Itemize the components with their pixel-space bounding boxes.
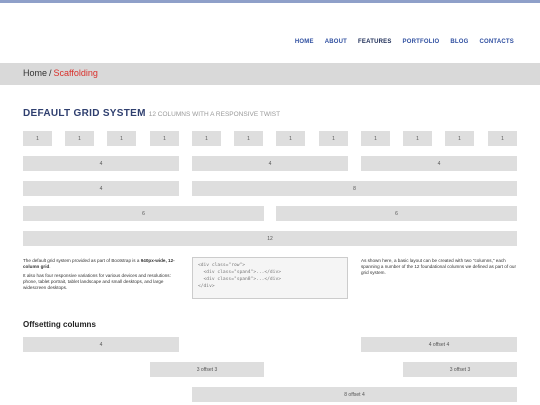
grid-description-left: The default grid system provided as part… — [23, 258, 181, 294]
code-line: </div> — [198, 284, 215, 289]
grid-cell-span1: 1 — [445, 131, 474, 146]
nav-portfolio[interactable]: PORTFOLIO — [403, 39, 440, 45]
breadcrumb-separator: / — [49, 68, 52, 78]
grid-cell-span1: 1 — [234, 131, 263, 146]
nav-blog[interactable]: BLOG — [450, 39, 468, 45]
grid-cell-span1: 1 — [488, 131, 517, 146]
grid-cell-span1: 1 — [150, 131, 179, 146]
grid-cell-span4: 4 — [361, 156, 517, 171]
grid-cell-span12: 12 — [23, 231, 517, 246]
grid-cell-span1: 1 — [107, 131, 136, 146]
grid-cell-span1: 1 — [192, 131, 221, 146]
top-accent-line — [0, 0, 540, 3]
grid-section-subtitle: 12 COLUMNS WITH A RESPONSIVE TWIST — [148, 111, 281, 118]
breadcrumb-current: Scaffolding — [53, 68, 98, 78]
grid-cell-span8: 8 — [192, 181, 517, 196]
nav-features[interactable]: FEATURES — [358, 39, 392, 45]
grid-cell-span1: 1 — [403, 131, 432, 146]
offset-cell-span3-offset3: 3 offset 3 — [403, 362, 517, 377]
breadcrumb-home-link[interactable]: Home — [23, 68, 47, 78]
desc-p1-text: The default grid system provided as part… — [23, 258, 141, 263]
grid-cell-span1: 1 — [23, 131, 52, 146]
offset-cell-span3-offset3: 3 offset 3 — [150, 362, 264, 377]
grid-cell-span1: 1 — [361, 131, 390, 146]
grid-cell-span6: 6 — [276, 206, 517, 221]
desc-p1-end: . — [49, 264, 51, 269]
grid-cell-span1: 1 — [319, 131, 348, 146]
offset-cell-span4-offset4: 4 offset 4 — [361, 337, 517, 352]
grid-description-p1: The default grid system provided as part… — [23, 258, 181, 270]
grid-section-title: DEFAULT GRID SYSTEM — [23, 108, 146, 119]
breadcrumb-bar: Home / Scaffolding — [0, 63, 540, 85]
code-sample: <div class="row"> <div class="span4">...… — [192, 257, 348, 299]
grid-cell-span1: 1 — [65, 131, 94, 146]
grid-cell-span6: 6 — [23, 206, 264, 221]
offset-cell-span8-offset4: 8 offset 4 — [192, 387, 517, 402]
nav-home[interactable]: HOME — [295, 39, 314, 45]
grid-description-p2: It also has four responsive variations f… — [23, 273, 171, 290]
code-line: <div class="span4">...</div> — [198, 270, 281, 275]
grid-description-right: As shown here, a basic layout can be cre… — [361, 258, 517, 275]
breadcrumb: Home / Scaffolding — [23, 68, 98, 78]
code-line: <div class="row"> — [198, 263, 246, 268]
grid-cell-span4: 4 — [23, 181, 179, 196]
main-nav: HOME ABOUT FEATURES PORTFOLIO BLOG CONTA… — [295, 39, 514, 45]
offset-section-title: Offsetting columns — [23, 320, 96, 329]
nav-about[interactable]: ABOUT — [325, 39, 347, 45]
grid-section-heading: DEFAULT GRID SYSTEM 12 COLUMNS WITH A RES… — [23, 103, 280, 121]
grid-cell-span4: 4 — [23, 156, 179, 171]
offset-cell-span4: 4 — [23, 337, 179, 352]
grid-cell-span1: 1 — [276, 131, 305, 146]
code-line: <div class="span8">...</div> — [198, 277, 281, 282]
nav-contacts[interactable]: CONTACTS — [480, 39, 515, 45]
grid-cell-span4: 4 — [192, 156, 348, 171]
